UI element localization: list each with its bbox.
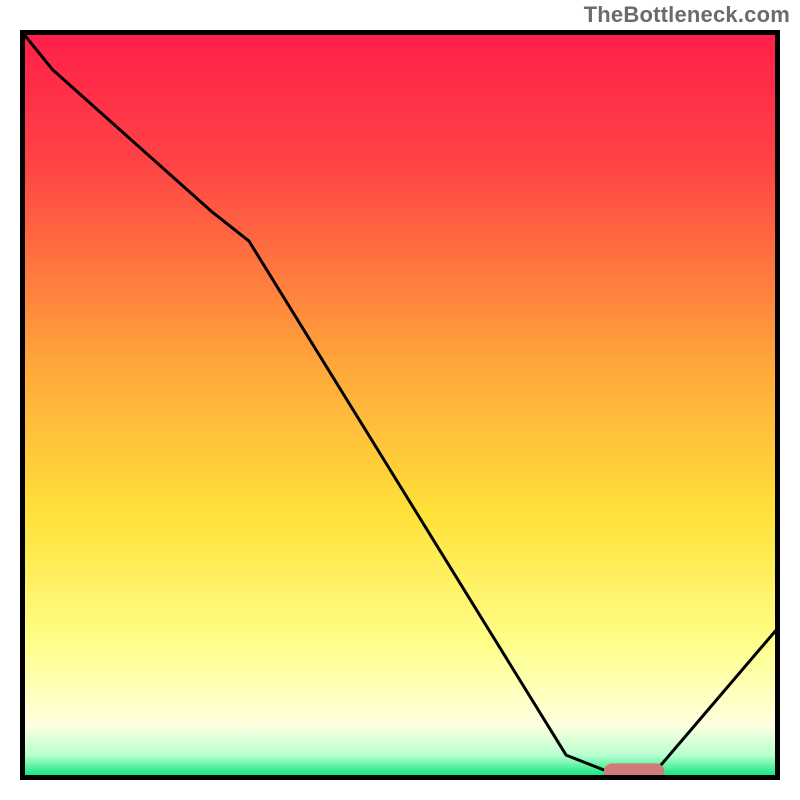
chart-frame [20,30,780,780]
chart-svg [20,30,780,780]
chart-container: TheBottleneck.com [0,0,800,800]
watermark-text: TheBottleneck.com [584,2,790,28]
